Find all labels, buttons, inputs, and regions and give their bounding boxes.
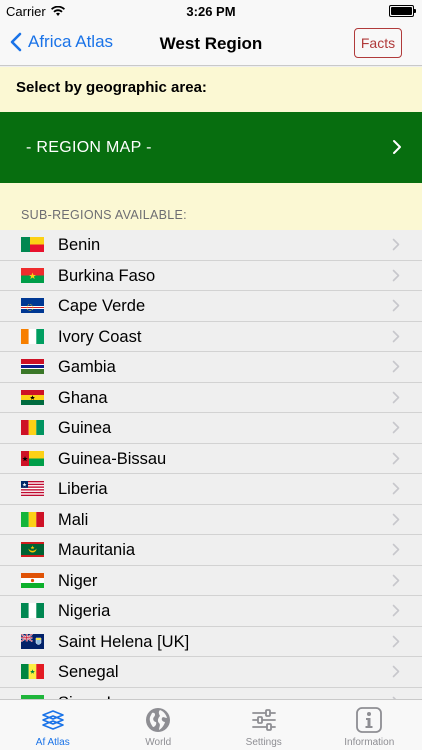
country-row-guinea[interactable]: Guinea — [0, 413, 422, 444]
chevron-left-icon — [10, 32, 22, 52]
subregions-header: SUB-REGIONS AVAILABLE: — [0, 183, 422, 230]
chevron-right-icon — [392, 269, 400, 281]
country-row-niger[interactable]: Niger — [0, 566, 422, 596]
flag-burkina-faso-icon — [21, 267, 44, 283]
country-row-gambia[interactable]: Gambia — [0, 352, 422, 383]
chevron-right-icon — [392, 238, 400, 251]
country-row-benin[interactable]: Benin — [0, 230, 422, 261]
country-name: Ghana — [58, 388, 108, 407]
flag-niger-icon — [21, 572, 44, 588]
country-row-mali[interactable]: Mali — [0, 505, 422, 535]
chevron-right-icon — [392, 635, 400, 647]
battery-icon — [389, 5, 416, 17]
country-name: Gambia — [58, 358, 116, 376]
chevron-right-icon — [392, 452, 400, 464]
country-list[interactable]: Benin Burkina Faso Cape Verde Ivory Coast Ga… — [0, 230, 422, 699]
subregions-label: SUB-REGIONS AVAILABLE: — [21, 208, 187, 222]
flag-mauritania-icon — [21, 542, 44, 557]
flag-benin-icon — [21, 237, 44, 252]
country-name: Liberia — [58, 480, 108, 498]
country-name: Senegal — [58, 663, 119, 681]
country-row-nigeria[interactable]: Nigeria — [0, 596, 422, 627]
country-row-guinea-bissau[interactable]: Guinea-Bissau — [0, 444, 422, 474]
flag-ivory-coast-icon — [21, 328, 44, 344]
info-icon — [356, 707, 383, 733]
status-time: 3:26 PM — [186, 4, 236, 19]
country-row-sierra-leone[interactable]: Sierra Leone — [0, 688, 422, 699]
tab-world[interactable]: World — [106, 700, 212, 750]
country-name: Ivory Coast — [58, 327, 142, 346]
region-map-button[interactable]: - REGION MAP - — [0, 112, 422, 183]
country-row-mauritania[interactable]: Mauritania — [0, 535, 422, 566]
chevron-right-icon — [392, 330, 400, 342]
tab-information[interactable]: Information — [317, 700, 422, 750]
country-name: Mauritania — [58, 541, 136, 559]
country-row-burkina-faso[interactable]: Burkina Faso — [0, 261, 422, 291]
tab-label: World — [145, 737, 172, 748]
chevron-right-icon — [392, 421, 400, 434]
tab-label: Settings — [245, 737, 282, 748]
chevron-right-icon — [392, 574, 400, 586]
country-row-ghana[interactable]: Ghana — [0, 383, 422, 413]
chevron-right-icon — [392, 482, 400, 495]
country-row-senegal[interactable]: Senegal — [0, 657, 422, 688]
flag-nigeria-icon — [21, 603, 44, 618]
tab-af-atlas[interactable]: Af Atlas — [0, 700, 106, 750]
flag-mali-icon — [21, 511, 44, 527]
flag-liberia-icon — [21, 481, 44, 496]
country-name: Mali — [58, 510, 89, 529]
flag-gambia-icon — [21, 359, 44, 374]
country-name: Saint Helena [UK] — [58, 632, 190, 651]
tab-settings[interactable]: Settings — [211, 700, 317, 750]
chevron-right-icon — [392, 391, 400, 403]
country-name: Cape Verde — [58, 297, 146, 315]
tab-bar: Af Atlas World Settings Information — [0, 699, 422, 750]
chevron-right-icon — [392, 299, 400, 312]
flag-ghana-icon — [21, 389, 44, 405]
facts-button[interactable]: Facts — [354, 28, 402, 58]
flag-guinea-bissau-icon — [21, 450, 44, 466]
select-area-label: Select by geographic area: — [16, 79, 207, 96]
back-button[interactable]: Africa Atlas — [10, 32, 113, 52]
chevron-right-icon — [393, 140, 401, 154]
back-button-label: Africa Atlas — [28, 32, 114, 51]
flag-senegal-icon — [21, 664, 44, 679]
country-name: Guinea-Bissau — [58, 449, 167, 468]
chevron-right-icon — [392, 360, 400, 373]
globe-icon — [146, 708, 171, 732]
flag-guinea-icon — [21, 420, 44, 435]
nav-bar: Africa Atlas West Region Facts — [0, 22, 422, 66]
atlas-layers-icon — [41, 710, 64, 730]
flag-saint-helena-icon — [21, 633, 44, 649]
country-name: Niger — [58, 571, 98, 590]
country-row-cape-verde[interactable]: Cape Verde — [0, 291, 422, 322]
sliders-icon — [251, 709, 276, 731]
region-map-label: - REGION MAP - — [26, 139, 152, 156]
select-area-header: Select by geographic area: — [0, 67, 422, 112]
status-bar: Carrier 3:26 PM — [0, 0, 422, 22]
flag-cape-verde-icon — [21, 298, 44, 313]
country-row-liberia[interactable]: Liberia — [0, 474, 422, 505]
chevron-right-icon — [392, 665, 400, 678]
country-row-ivory-coast[interactable]: Ivory Coast — [0, 322, 422, 352]
chevron-right-icon — [392, 513, 400, 525]
country-name: Burkina Faso — [58, 266, 156, 285]
country-name: Guinea — [58, 419, 112, 437]
country-name: Nigeria — [58, 602, 111, 620]
country-row-saint-helena[interactable]: Saint Helena [UK] — [0, 627, 422, 657]
chevron-right-icon — [392, 604, 400, 617]
country-name: Benin — [58, 236, 101, 254]
tab-label: Af Atlas — [35, 737, 70, 748]
tab-label: Information — [344, 737, 395, 748]
chevron-right-icon — [392, 543, 400, 556]
